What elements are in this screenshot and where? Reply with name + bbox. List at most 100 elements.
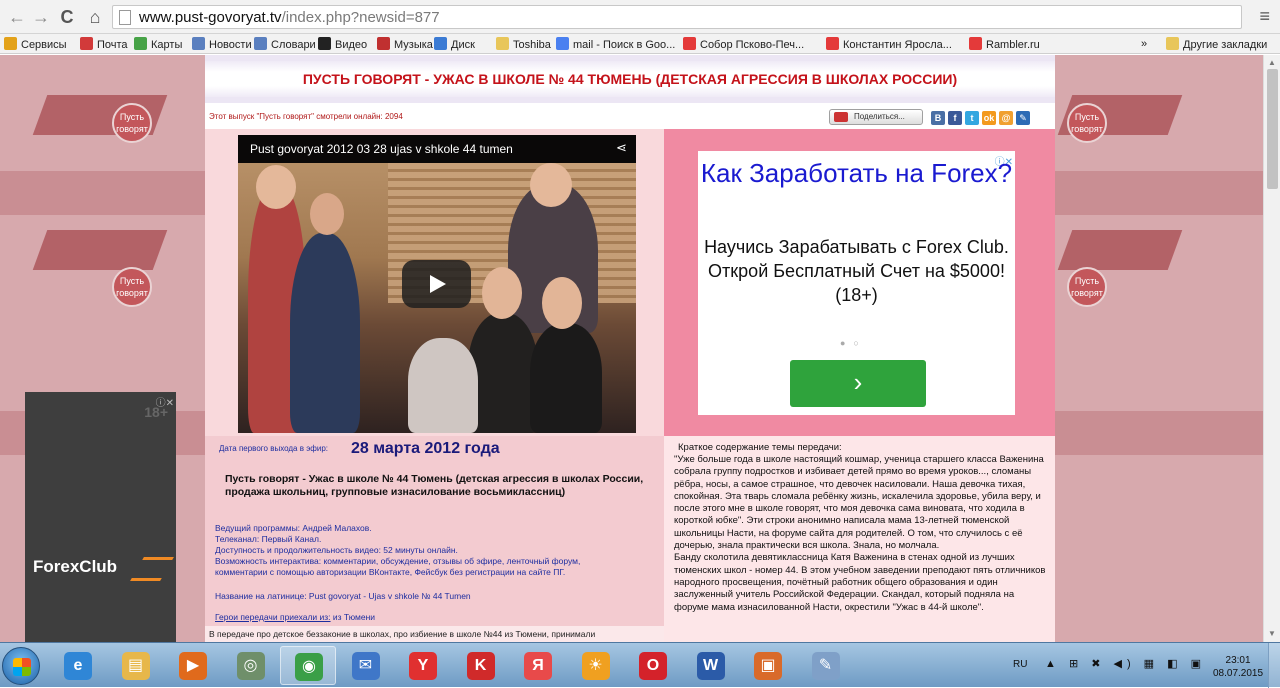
social-share-icon[interactable]: f	[948, 111, 962, 125]
taskbar-app[interactable]: ✎	[798, 646, 854, 685]
show-desktop-button[interactable]	[1268, 643, 1280, 688]
taskbar-app[interactable]: Я	[510, 646, 566, 685]
address-bar[interactable]: www.pust-govoryat.tv/index.php?newsid=87…	[112, 5, 1242, 29]
taskbar-app[interactable]: W	[683, 646, 739, 685]
taskbar-app[interactable]: ▣	[740, 646, 796, 685]
show-logo-icon: Пусть говорят	[112, 103, 152, 143]
kaspersky-icon: K	[466, 652, 495, 680]
explorer-icon: ▤	[121, 652, 150, 680]
taskbar-app[interactable]: O	[625, 646, 681, 685]
ad-body: Научись Зарабатывать с Forex Club. Откро…	[704, 237, 1009, 305]
fact-line: Доступность и продолжительность видео: 5…	[215, 545, 458, 555]
scroll-up-icon[interactable]: ▲	[1268, 58, 1276, 67]
background-stripe	[1057, 230, 1183, 270]
taskbar-app[interactable]: e	[50, 646, 106, 685]
other-bookmarks-label: Другие закладки	[1183, 39, 1268, 51]
language-indicator[interactable]: RU	[1013, 659, 1027, 670]
social-share-icon[interactable]: B	[931, 111, 945, 125]
social-share-icon[interactable]: ok	[982, 111, 996, 125]
music-bookmark-icon	[377, 37, 390, 50]
video-player[interactable]: Pust govoryat 2012 03 28 ujas v shkole 4…	[238, 135, 636, 433]
bookmark-label: mail - Поиск в Goo...	[573, 39, 676, 51]
bookmark-item[interactable]: Собор Псково-Печ...	[683, 37, 804, 52]
guests-link[interactable]: Герои передачи приехали из:	[215, 612, 331, 622]
taskbar-app[interactable]: K	[453, 646, 509, 685]
share-button[interactable]: Поделиться...	[829, 109, 923, 125]
title-bar: ПУСТЬ ГОВОРЯТ - УЖАС В ШКОЛЕ № 44 ТЮМЕНЬ…	[205, 55, 1055, 103]
taskbar-app[interactable]: ✉	[338, 646, 394, 685]
bookmark-item[interactable]: Rambler.ru	[969, 37, 1040, 52]
browser-menu-icon[interactable]: ≡	[1259, 6, 1270, 27]
summary-heading: Краткое содержание темы передачи:	[678, 442, 842, 453]
bookmark-item[interactable]: Константин Яросла...	[826, 37, 952, 52]
bookmark-item[interactable]: Диск	[434, 37, 475, 52]
bookmark-item[interactable]: Карты	[134, 37, 182, 52]
ad-headline[interactable]: Как Заработать на Forex?	[698, 157, 1015, 190]
bookmark-label: Видео	[335, 39, 368, 51]
taskbar-app[interactable]: ▤	[108, 646, 164, 685]
mail-icon: ✉	[351, 652, 380, 680]
scroll-thumb[interactable]	[1267, 69, 1278, 189]
chrome-icon: ◉	[295, 653, 323, 681]
taskbar-app[interactable]: ◉	[280, 646, 336, 685]
page-icon	[119, 10, 131, 25]
bookmark-item[interactable]: Почта	[80, 37, 128, 52]
taskbar-app[interactable]: ▶	[165, 646, 221, 685]
clock-time: 23:01	[1225, 655, 1251, 666]
other-bookmarks-button[interactable]: Другие закладки	[1166, 37, 1267, 52]
video-title[interactable]: Pust govoryat 2012 03 28 ujas v shkole 4…	[250, 142, 513, 156]
scroll-down-icon[interactable]: ▼	[1268, 629, 1276, 638]
ad-cell: ⓘ✕ Как Заработать на Forex? Научись Зара…	[664, 129, 1055, 436]
description-text: В передаче про детское беззаконие в школ…	[209, 629, 596, 639]
forex-side-ad[interactable]: ⓘ✕ 18+ ForexClub	[25, 392, 176, 642]
right-background: Пусть говорят Пусть говорят	[1055, 55, 1263, 642]
show-logo-icon: Пусть говорят	[1067, 103, 1107, 143]
page-title: ПУСТЬ ГОВОРЯТ - УЖАС В ШКОЛЕ № 44 ТЮМЕНЬ…	[302, 71, 958, 87]
bookmark-item[interactable]: Новости	[192, 37, 252, 52]
maps-bookmark-icon	[134, 37, 147, 50]
episode-facts: Ведущий программы: Андрей Малахов. Телек…	[215, 523, 655, 578]
bookmark-item[interactable]: Toshiba	[496, 37, 551, 52]
bookmark-item[interactable]: Сервисы	[4, 37, 67, 52]
show-logo-icon: Пусть говорят	[1067, 267, 1107, 307]
social-share-icon[interactable]: t	[965, 111, 979, 125]
ie-icon: e	[64, 652, 92, 680]
bookmark-item[interactable]: Видео	[318, 37, 367, 52]
forward-button[interactable]: →	[30, 6, 52, 28]
page-scrollbar[interactable]: ▲ ▼	[1263, 55, 1280, 642]
web-page: Пусть говорят Пусть говорят Пусть говоря…	[0, 55, 1263, 642]
bookmark-item[interactable]: Словари	[254, 37, 316, 52]
system-tray: RU ▲ ⊞ ✖ ◀) ▦ ◧ ▣ 23:01 08.07.2015	[1005, 643, 1280, 688]
reload-button[interactable]: C	[56, 6, 78, 28]
ad-go-button[interactable]: ›	[790, 360, 926, 407]
forex-logo: ForexClub	[33, 557, 118, 576]
forex-ad-banner[interactable]: ⓘ✕ Как Заработать на Forex? Научись Зара…	[698, 151, 1015, 415]
yandex-icon: Я	[524, 652, 552, 680]
taskbar-app[interactable]: ☀	[568, 646, 624, 685]
bookmark-item[interactable]: mail - Поиск в Goo...	[556, 37, 675, 52]
bookmarks-overflow-button[interactable]: »	[1141, 37, 1147, 52]
clock[interactable]: 23:01 08.07.2015	[1213, 654, 1263, 680]
yandex-bookmark-icon	[826, 37, 839, 50]
word-icon: W	[696, 652, 725, 680]
start-button[interactable]	[2, 647, 40, 685]
bookmark-item[interactable]: Музыка	[377, 37, 433, 52]
ad-pagination[interactable]: ●○	[840, 338, 867, 348]
tray-icons[interactable]: ▲ ⊞ ✖ ◀) ▦ ◧ ▣	[1045, 657, 1206, 670]
url-path: /index.php?newsid=877	[281, 9, 440, 26]
page-bookmark-icon	[254, 37, 267, 50]
taskbar-app[interactable]: Y	[395, 646, 451, 685]
social-share-icon[interactable]: ✎	[1016, 111, 1030, 125]
share-icon	[834, 112, 848, 122]
taskbar-app[interactable]: ◎	[223, 646, 279, 685]
social-share-icon[interactable]: @	[999, 111, 1013, 125]
video-share-icon[interactable]: ⋖	[616, 141, 630, 155]
back-button[interactable]: ←	[6, 6, 28, 28]
forex-logo-icon	[130, 557, 174, 581]
views-counter: Этот выпуск "Пусть говорят" смотрели онл…	[209, 112, 403, 121]
home-button[interactable]: ⌂	[84, 6, 106, 28]
google-bookmark-icon	[556, 37, 569, 50]
bookmark-label: Новости	[209, 39, 252, 51]
play-button[interactable]	[402, 260, 471, 308]
windows-logo-icon	[13, 658, 31, 676]
